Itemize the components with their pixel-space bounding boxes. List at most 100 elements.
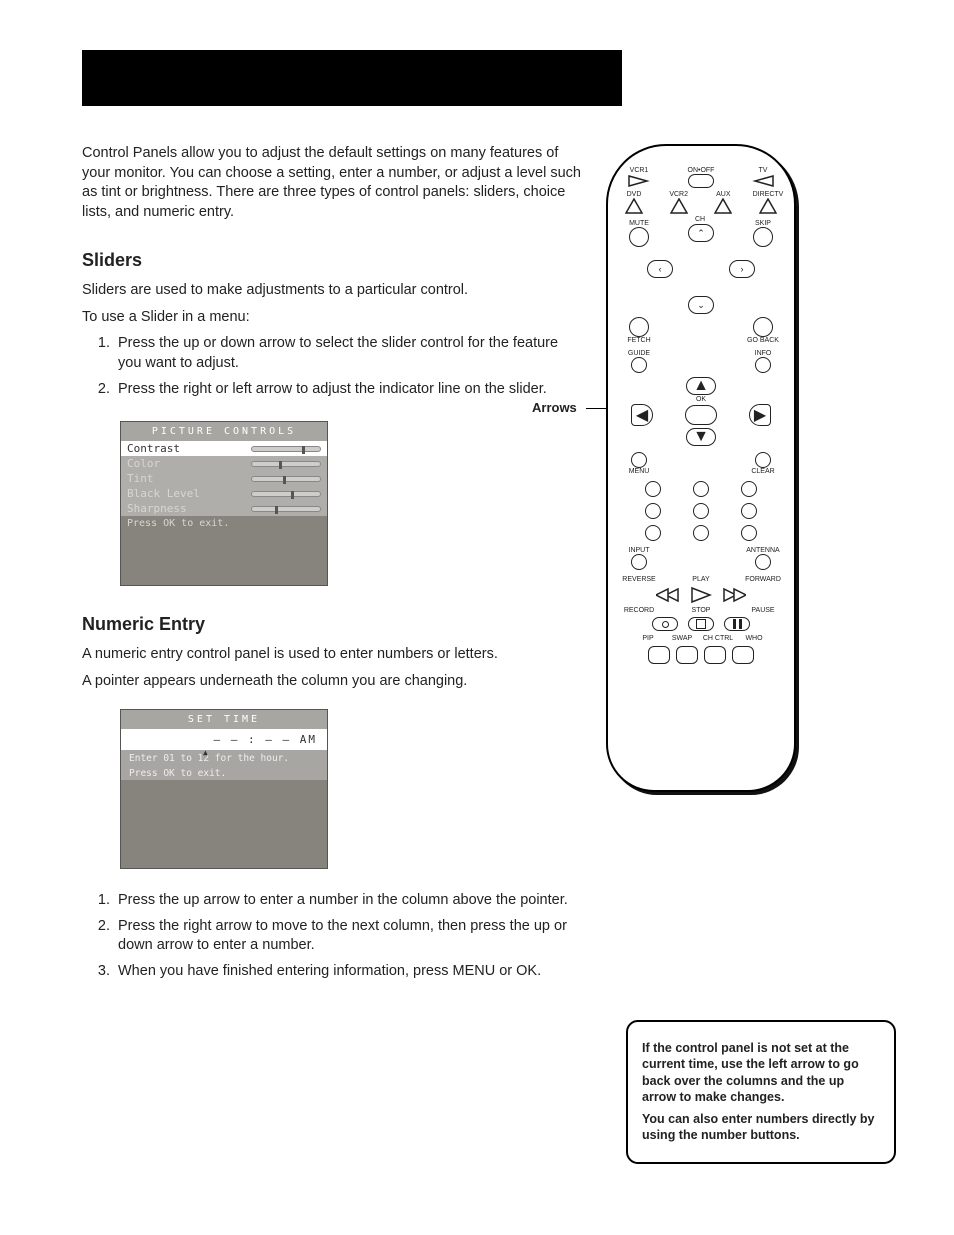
pip-button[interactable] <box>648 646 670 664</box>
slider-knob <box>279 461 282 469</box>
number-7-button[interactable] <box>645 525 661 541</box>
guide-button[interactable] <box>631 357 647 373</box>
numeric-steps: Press the up arrow to enter a number in … <box>82 891 582 981</box>
remote-label-menu: MENU <box>629 468 650 475</box>
picture-control-label: Tint <box>127 472 251 485</box>
arrow-right-button[interactable]: ▶ <box>749 404 771 426</box>
number-9-button[interactable] <box>741 525 757 541</box>
numeric-step-2: Press the right arrow to move to the nex… <box>114 917 582 956</box>
number-1-button[interactable] <box>645 481 661 497</box>
remote-label-fetch: FETCH <box>627 337 650 344</box>
device-directv-icon[interactable] <box>759 198 777 214</box>
remote-label-pause: PAUSE <box>751 607 774 614</box>
sliders-step-2: Press the right or left arrow to adjust … <box>114 380 582 400</box>
slider-track <box>251 446 321 452</box>
channel-up-button[interactable]: ⌃ <box>688 224 714 242</box>
picture-control-label: Black Level <box>127 487 251 500</box>
number-pad <box>636 481 766 541</box>
tip-p1: If the control panel is not set at the c… <box>642 1040 880 1105</box>
volume-down-button[interactable]: ‹ <box>647 260 673 278</box>
number-2-button[interactable] <box>693 481 709 497</box>
menu-button[interactable] <box>631 452 647 468</box>
stop-button[interactable] <box>688 617 714 631</box>
play-button[interactable] <box>690 586 712 604</box>
remote-label-clear: CLEAR <box>751 468 774 475</box>
set-time-value: — — : — — AM <box>121 729 327 750</box>
antenna-button[interactable] <box>755 554 771 570</box>
picture-controls-hint: Press OK to exit. <box>121 516 327 531</box>
header-black-bar <box>82 50 622 106</box>
picture-control-label: Color <box>127 457 251 470</box>
device-aux-icon[interactable] <box>714 198 732 214</box>
picture-control-row-contrast: Contrast <box>121 441 327 456</box>
picture-control-row-color: Color <box>121 456 327 471</box>
device-vcr2-icon[interactable] <box>670 198 688 214</box>
arrow-left-button[interactable]: ◀ <box>631 404 653 426</box>
remote-label-aux: AUX <box>716 191 730 198</box>
number-6-button[interactable] <box>741 503 757 519</box>
go-back-button[interactable] <box>753 317 773 337</box>
remote-label-who: WHO <box>739 635 769 642</box>
slider-knob <box>283 476 286 484</box>
power-button[interactable] <box>688 174 714 188</box>
remote-label-guide: GUIDE <box>628 350 650 357</box>
arrows-callout-label: Arrows <box>532 400 577 415</box>
tip-p2: You can also enter numbers directly by u… <box>642 1111 880 1144</box>
sliders-step-1: Press the up or down arrow to select the… <box>114 334 582 373</box>
tip-box: If the control panel is not set at the c… <box>626 1020 896 1164</box>
remote-label-pip: PIP <box>633 635 663 642</box>
slider-track <box>251 476 321 482</box>
who-button[interactable] <box>732 646 754 664</box>
remote-label-skip: SKIP <box>755 220 771 227</box>
remote-label-goback: GO BACK <box>747 337 779 344</box>
picture-controls-title: PICTURE CONTROLS <box>121 422 327 441</box>
sliders-p1: Sliders are used to make adjustments to … <box>82 281 582 301</box>
picture-control-row-tint: Tint <box>121 471 327 486</box>
arrow-navigation-cluster: ▲ OK ◀ ▶ ▼ <box>631 377 771 446</box>
reverse-button[interactable] <box>656 587 680 603</box>
main-content-column: Control Panels allow you to adjust the d… <box>82 144 582 999</box>
sliders-steps: Press the up or down arrow to select the… <box>82 334 582 399</box>
skip-button[interactable] <box>753 227 773 247</box>
number-4-button[interactable] <box>645 503 661 519</box>
number-5-button[interactable] <box>693 503 709 519</box>
remote-label-ch: CH <box>695 216 705 223</box>
picture-controls-panel: PICTURE CONTROLS Contrast Color Tint Black … <box>120 421 328 586</box>
slider-knob <box>291 491 294 499</box>
remote-label-forward: FORWARD <box>745 576 781 583</box>
swap-button[interactable] <box>676 646 698 664</box>
numeric-p2: A pointer appears underneath the column … <box>82 672 582 692</box>
info-button[interactable] <box>755 357 771 373</box>
pause-button[interactable] <box>724 617 750 631</box>
fetch-button[interactable] <box>629 317 649 337</box>
slider-knob <box>275 506 278 514</box>
mute-button[interactable] <box>629 227 649 247</box>
channel-volume-pad: CH ⌃ ⌄ ‹ › <box>647 224 755 314</box>
record-button[interactable] <box>652 617 678 631</box>
number-3-button[interactable] <box>741 481 757 497</box>
picture-control-row-sharpness: Sharpness <box>121 501 327 516</box>
number-8-button[interactable] <box>693 525 709 541</box>
picture-control-label: Sharpness <box>127 502 251 515</box>
remote-column: Arrows VCR1 ON•OFF TV DVD VCR2 <box>606 144 876 999</box>
arrow-down-button[interactable]: ▼ <box>686 428 716 446</box>
remote-label-onoff: ON•OFF <box>688 167 715 174</box>
device-dvd-icon[interactable] <box>625 198 643 214</box>
remote-label-dvd: DVD <box>627 191 642 198</box>
remote-label-chctrl: CH CTRL <box>701 635 735 642</box>
remote-label-reverse: REVERSE <box>622 576 655 583</box>
clear-button[interactable] <box>755 452 771 468</box>
channel-down-button[interactable]: ⌄ <box>688 296 714 314</box>
chctrl-button[interactable] <box>704 646 726 664</box>
input-button[interactable] <box>631 554 647 570</box>
set-time-title: SET TIME <box>121 710 327 729</box>
play-right-icon <box>627 174 651 188</box>
picture-control-label: Contrast <box>127 442 251 455</box>
ok-button[interactable] <box>685 405 717 425</box>
intro-paragraph: Control Panels allow you to adjust the d… <box>82 144 582 222</box>
remote-label-info: INFO <box>755 350 772 357</box>
arrow-up-button[interactable]: ▲ <box>686 377 716 395</box>
forward-button[interactable] <box>722 587 746 603</box>
numeric-step-3: When you have finished entering informat… <box>114 962 582 982</box>
volume-up-button[interactable]: › <box>729 260 755 278</box>
